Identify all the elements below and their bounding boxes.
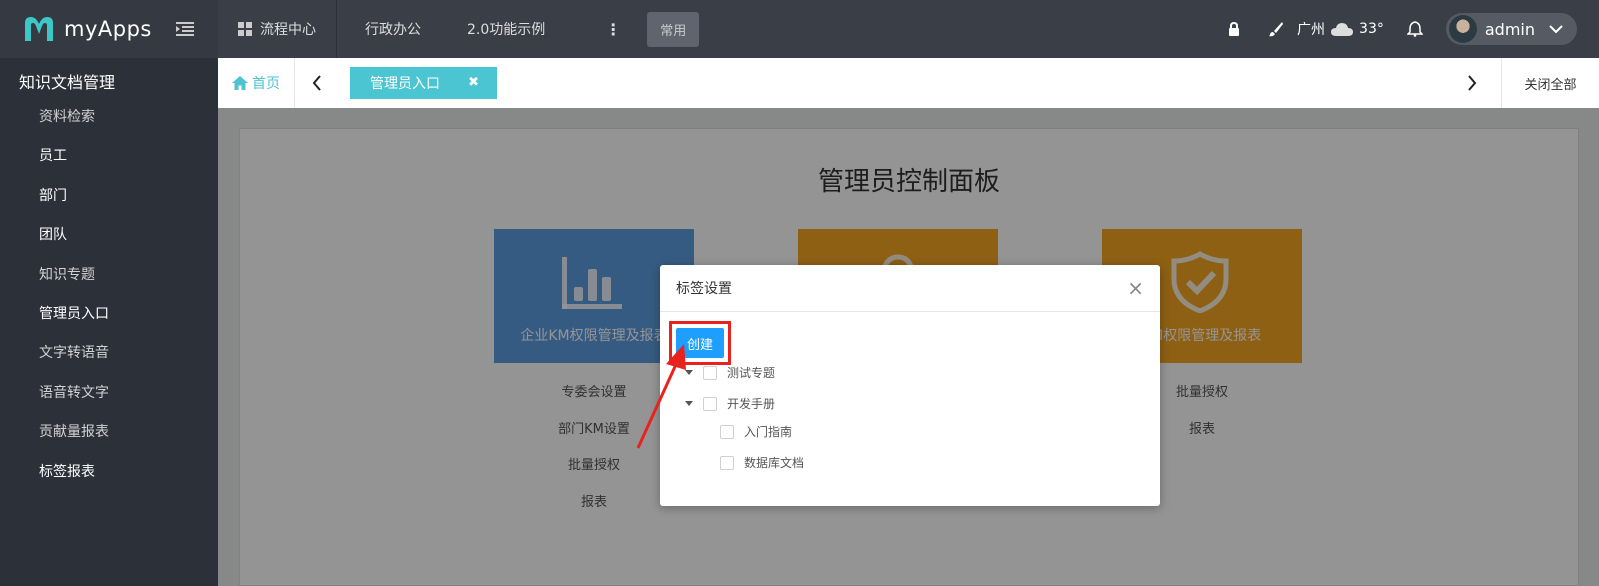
tree-node-dev-manual[interactable]: 开发手册	[685, 395, 775, 412]
top-bar: myApps 流程中心 行政办公 2.0功能示例 ⋮ 常用 广州 33° adm…	[0, 0, 1599, 58]
tree-checkbox[interactable]	[703, 365, 717, 380]
close-icon[interactable]: ✖	[468, 75, 479, 90]
sidebar-item-staff[interactable]: 员工	[0, 137, 218, 176]
avatar	[1448, 15, 1477, 43]
sidebar-item-tag-report[interactable]: 标签报表	[0, 453, 218, 492]
sidebar-item-search[interactable]: 资料检索	[0, 98, 218, 137]
tree-checkbox[interactable]	[720, 455, 734, 470]
sidebar-item-speech-to-text[interactable]: 语音转文字	[0, 374, 218, 413]
tree-label: 数据库文档	[744, 456, 805, 470]
sidebar-item-contribution-report[interactable]: 贡献量报表	[0, 413, 218, 452]
more-menu-icon[interactable]: ⋮	[565, 0, 647, 58]
tree-label: 测试专题	[727, 366, 776, 380]
tag-settings-dialog: 标签设置 × 创建 测试专题 开发手册 入门指南 数据库文档	[660, 265, 1160, 506]
tab-bar: 首页 管理员入口 ✖ 关闭全部	[218, 58, 1599, 108]
nav-item-admin-office[interactable]: 行政办公	[337, 0, 441, 58]
annotation-arrow-icon	[636, 344, 686, 449]
close-all-tabs-button[interactable]: 关闭全部	[1501, 58, 1599, 108]
tab-home[interactable]: 首页	[218, 58, 295, 108]
tab-label: 管理员入口	[370, 76, 440, 92]
close-icon[interactable]: ×	[1127, 278, 1144, 298]
tab-home-label: 首页	[252, 76, 280, 92]
sidebar-item-team[interactable]: 团队	[0, 216, 218, 255]
sidebar-item-topics[interactable]: 知识专题	[0, 256, 218, 295]
bell-icon[interactable]	[1406, 21, 1423, 37]
brush-icon[interactable]	[1268, 21, 1284, 37]
weather-city: 广州	[1297, 22, 1326, 38]
nav-item-process-center[interactable]: 流程中心	[218, 0, 337, 58]
common-button[interactable]: 常用	[647, 11, 700, 47]
tree-checkbox[interactable]	[720, 424, 734, 439]
sidebar-item-text-to-speech[interactable]: 文字转语音	[0, 334, 218, 373]
tree-label: 入门指南	[744, 425, 793, 439]
sidebar-item-admin-entry[interactable]: 管理员入口	[0, 295, 218, 334]
nav-item-feature-demo[interactable]: 2.0功能示例	[441, 0, 565, 58]
nav-label: 2.0功能示例	[467, 22, 546, 38]
lock-icon[interactable]	[1226, 21, 1242, 37]
sidebar-title: 知识文档管理	[19, 73, 116, 92]
sidebar-item-department[interactable]: 部门	[0, 177, 218, 216]
tree-checkbox[interactable]	[703, 396, 717, 411]
header-right: 广州 33° admin	[1213, 0, 1577, 58]
menu-collapse-icon[interactable]	[176, 21, 194, 37]
chevron-down-icon	[1549, 25, 1563, 34]
myapps-logo-icon	[25, 17, 53, 41]
top-nav: 流程中心 行政办公 2.0功能示例 ⋮ 常用	[218, 0, 700, 58]
chevron-left-icon[interactable]	[312, 75, 322, 91]
chevron-right-icon[interactable]	[1467, 75, 1477, 91]
grid-icon	[238, 22, 252, 36]
nav-label: 流程中心	[260, 22, 316, 38]
tab-admin-entry[interactable]: 管理员入口 ✖	[350, 67, 497, 99]
dialog-title: 标签设置	[676, 281, 732, 297]
dialog-header: 标签设置 ×	[660, 265, 1160, 312]
tree-node-getting-started[interactable]: 入门指南	[720, 423, 792, 440]
weather-temp: 33°	[1359, 21, 1384, 37]
tree-node-test-topic[interactable]: 测试专题	[685, 364, 775, 381]
user-name: admin	[1484, 19, 1535, 39]
tree-node-database-docs[interactable]: 数据库文档	[720, 454, 804, 471]
sidebar: 知识文档管理 资料检索 员工 部门 团队 知识专题 管理员入口 文字转语音 语音…	[0, 58, 218, 586]
cloud-icon	[1331, 23, 1354, 36]
nav-label: 行政办公	[365, 22, 421, 38]
home-icon	[232, 76, 248, 90]
brand[interactable]: myApps	[0, 0, 218, 58]
tree-label: 开发手册	[727, 397, 776, 411]
app-name: myApps	[64, 17, 152, 41]
user-menu[interactable]: admin	[1445, 13, 1577, 45]
